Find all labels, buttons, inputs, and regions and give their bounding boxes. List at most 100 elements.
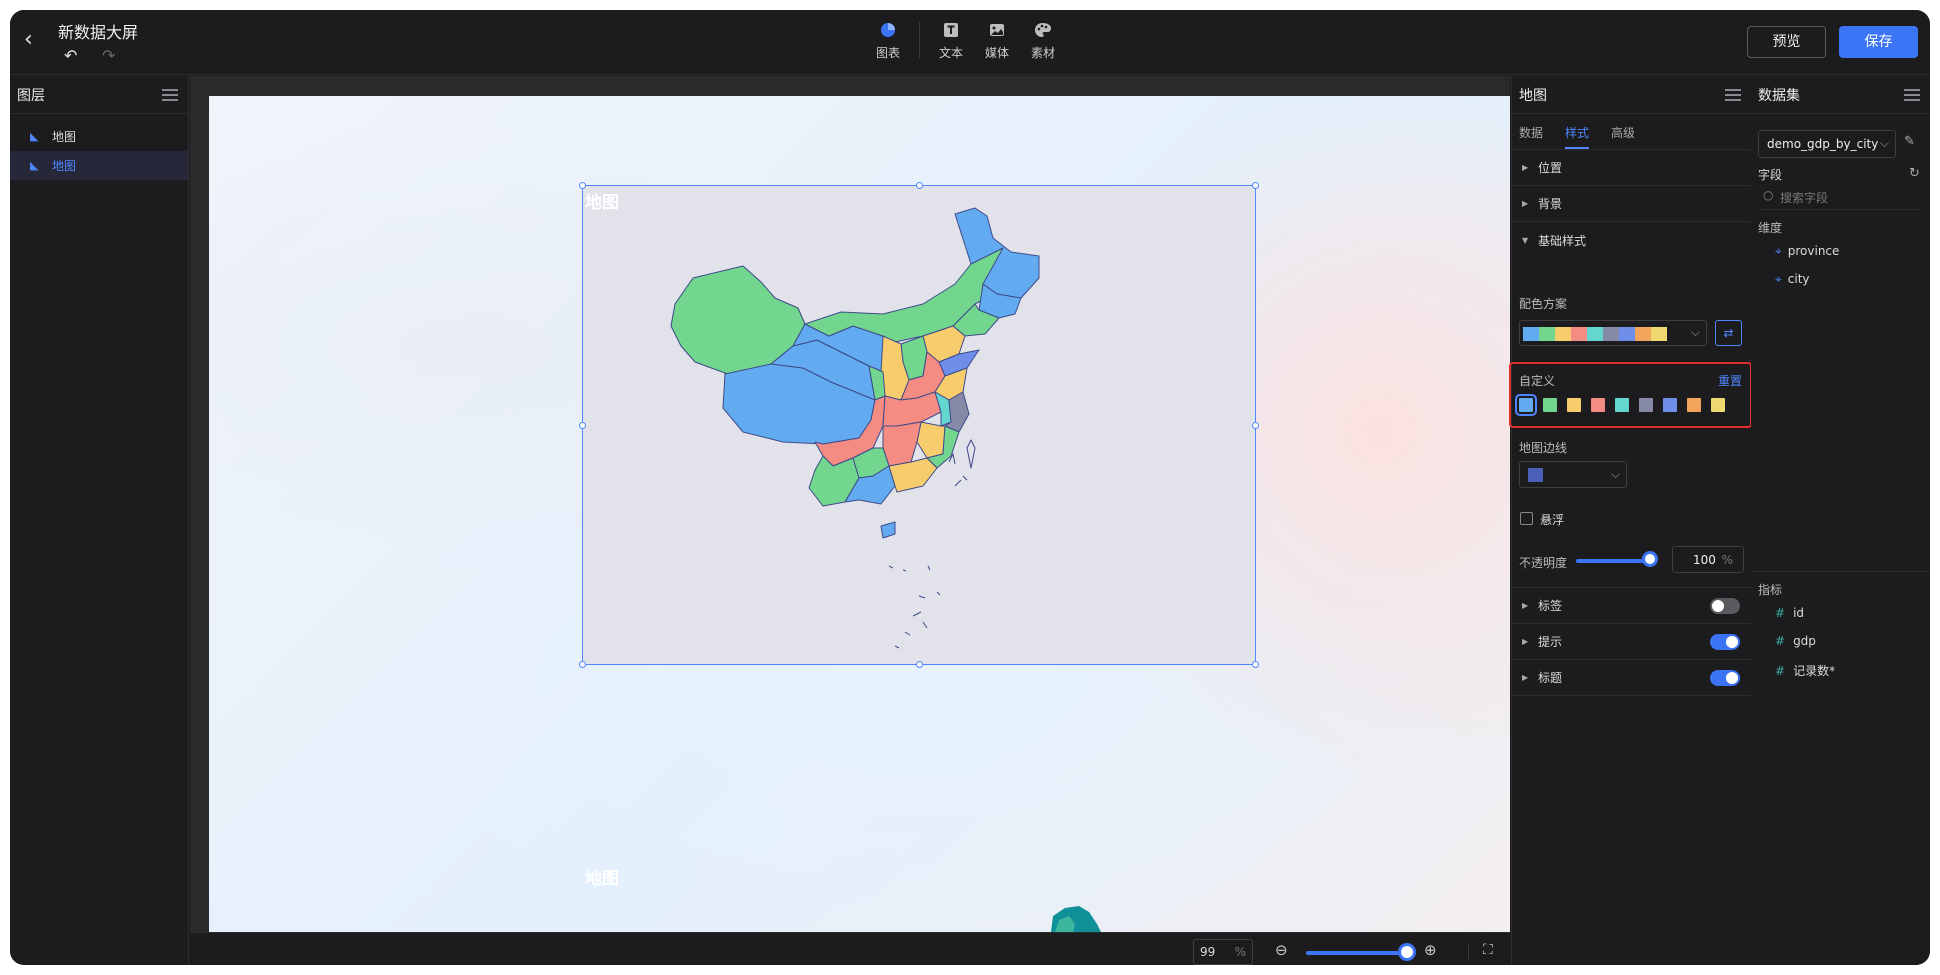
region-hunan bbox=[882, 421, 922, 467]
tab-advanced[interactable]: 高级 bbox=[1611, 114, 1635, 149]
dimension-item[interactable]: ⌖ province bbox=[1775, 244, 1839, 259]
page-title: 新数据大屏 bbox=[58, 23, 139, 42]
section-label: 基础样式 bbox=[1538, 233, 1587, 248]
color-scheme-preview bbox=[1523, 327, 1667, 341]
color-swatch[interactable] bbox=[1615, 398, 1629, 412]
tool-media[interactable]: 媒体 bbox=[974, 20, 1020, 61]
labels-toggle[interactable] bbox=[1710, 597, 1740, 614]
zoom-bar: 99 % ⊖ ⊕ ⛶ bbox=[190, 932, 1510, 965]
color-swatch[interactable] bbox=[1639, 398, 1653, 412]
style-panel-title: 地图 bbox=[1519, 87, 1547, 104]
resize-handle[interactable] bbox=[1252, 661, 1259, 668]
number-hash-icon: # bbox=[1775, 664, 1786, 678]
section-title[interactable]: ▶ 标题 bbox=[1512, 660, 1752, 696]
menu-icon[interactable] bbox=[162, 88, 178, 101]
style-panel: 地图 数据 样式 高级 ▶ 位置 ▶ 背景 ▼ 基础样式 配色方案 ⌵ ⇄ 自定… bbox=[1509, 76, 1752, 965]
tool-text[interactable]: 文本 bbox=[928, 20, 974, 61]
color-scheme-select[interactable]: ⌵ bbox=[1519, 320, 1707, 346]
color-swatch[interactable] bbox=[1687, 398, 1701, 412]
style-panel-header: 地图 bbox=[1512, 76, 1751, 114]
metric-item[interactable]: # 记录数* bbox=[1775, 662, 1835, 679]
tool-chart[interactable]: 图表 bbox=[865, 20, 911, 61]
title-toggle[interactable] bbox=[1710, 669, 1740, 686]
color-scheme-settings-button[interactable]: ⇄ bbox=[1715, 320, 1742, 346]
section-position[interactable]: ▶ 位置 bbox=[1512, 150, 1751, 186]
location-pin-icon: ⌖ bbox=[1775, 272, 1782, 286]
layer-item-selected[interactable]: ◣ 地图 bbox=[10, 151, 188, 180]
tool-material-label: 素材 bbox=[1030, 46, 1055, 60]
border-color-chip bbox=[1528, 468, 1543, 482]
refresh-icon[interactable]: ↻ bbox=[1909, 166, 1920, 181]
zoom-in-icon[interactable]: ⊕ bbox=[1424, 941, 1437, 959]
tab-data[interactable]: 数据 bbox=[1519, 114, 1543, 149]
color-swatch[interactable] bbox=[1591, 398, 1605, 412]
back-arrow-icon[interactable]: ‹ bbox=[24, 28, 48, 52]
resize-handle[interactable] bbox=[1252, 422, 1259, 429]
fields-label: 字段 bbox=[1758, 168, 1783, 182]
opacity-value: 100 bbox=[1693, 553, 1716, 567]
section-label: 标签 bbox=[1538, 599, 1563, 613]
section-background[interactable]: ▶ 背景 bbox=[1512, 186, 1751, 222]
color-swatch[interactable] bbox=[1711, 398, 1725, 412]
map-widget[interactable]: 地图 bbox=[579, 182, 1259, 668]
resize-handle[interactable] bbox=[579, 422, 586, 429]
layers-panel: 图层 ◣ 地图 ◣ 地图 bbox=[10, 76, 189, 965]
menu-icon[interactable] bbox=[1904, 88, 1920, 101]
layers-title: 图层 bbox=[17, 87, 45, 104]
color-swatch[interactable] bbox=[1515, 394, 1537, 416]
chevron-down-icon: ⌵ bbox=[1610, 467, 1620, 481]
resize-handle[interactable] bbox=[1252, 182, 1259, 189]
section-tooltip[interactable]: ▶ 提示 bbox=[1512, 624, 1752, 660]
reset-link[interactable]: 重置 bbox=[1718, 372, 1742, 389]
menu-icon[interactable] bbox=[1725, 88, 1741, 101]
number-hash-icon: # bbox=[1775, 634, 1786, 648]
hover-label: 悬浮 bbox=[1540, 513, 1565, 527]
opacity-slider-track[interactable] bbox=[1576, 559, 1648, 563]
preview-button[interactable]: 预览 bbox=[1747, 26, 1826, 58]
dataset-select[interactable]: demo_gdp_by_city ⌵ bbox=[1758, 130, 1896, 158]
metric-name: gdp bbox=[1793, 634, 1816, 648]
field-search[interactable]: ○ 搜索字段 bbox=[1758, 184, 1922, 210]
redo-icon[interactable]: ↷ bbox=[102, 46, 115, 65]
opacity-unit: % bbox=[1721, 553, 1733, 567]
metric-item[interactable]: # id bbox=[1775, 606, 1804, 620]
region-jiangxi bbox=[916, 421, 946, 459]
tool-material[interactable]: 素材 bbox=[1020, 20, 1066, 61]
layer-item[interactable]: ◣ 地图 bbox=[10, 122, 188, 151]
section-basic-style[interactable]: ▼ 基础样式 bbox=[1512, 222, 1751, 258]
undo-icon[interactable]: ↶ bbox=[64, 46, 77, 65]
tab-style[interactable]: 样式 bbox=[1565, 114, 1590, 149]
resize-handle[interactable] bbox=[579, 182, 586, 189]
resize-handle[interactable] bbox=[916, 182, 923, 189]
hover-checkbox[interactable] bbox=[1520, 512, 1533, 525]
resize-handle[interactable] bbox=[579, 661, 586, 668]
opacity-slider-handle[interactable] bbox=[1642, 551, 1658, 567]
zoom-input[interactable]: 99 % bbox=[1193, 939, 1253, 965]
tool-media-label: 媒体 bbox=[984, 46, 1009, 60]
caret-right-icon: ▶ bbox=[1522, 637, 1529, 646]
dimension-name: province bbox=[1787, 244, 1840, 258]
second-map-partial[interactable] bbox=[1045, 902, 1105, 932]
china-map[interactable] bbox=[583, 186, 1257, 666]
dimension-item[interactable]: ⌖ city bbox=[1775, 272, 1810, 287]
tooltip-toggle[interactable] bbox=[1710, 633, 1740, 650]
zoom-out-icon[interactable]: ⊖ bbox=[1275, 941, 1288, 959]
app-window: ‹ 新数据大屏 ↶ ↷ 图表 文本 媒体 素材 预览 保存 图层 ◣ 地图 ◣ … bbox=[10, 10, 1930, 965]
opacity-input[interactable]: 100 % bbox=[1672, 546, 1744, 573]
screen-canvas[interactable]: 地图 地图 bbox=[209, 96, 1510, 932]
scheme-color-segment bbox=[1635, 327, 1651, 341]
zoom-slider-track[interactable] bbox=[1306, 951, 1406, 955]
scheme-color-segment bbox=[1651, 327, 1667, 341]
color-swatch[interactable] bbox=[1567, 398, 1581, 412]
resize-handle[interactable] bbox=[916, 661, 923, 668]
caret-right-icon: ▶ bbox=[1522, 673, 1529, 682]
save-button[interactable]: 保存 bbox=[1839, 26, 1918, 58]
color-swatch[interactable] bbox=[1543, 398, 1557, 412]
fit-screen-icon[interactable]: ⛶ bbox=[1483, 942, 1493, 958]
map-border-color-select[interactable]: ⌵ bbox=[1519, 461, 1627, 488]
color-swatch[interactable] bbox=[1663, 398, 1677, 412]
zoom-slider-handle[interactable] bbox=[1398, 943, 1416, 961]
metric-item[interactable]: # gdp bbox=[1775, 634, 1816, 648]
edit-icon[interactable]: ✎ bbox=[1904, 134, 1915, 149]
section-labels[interactable]: ▶ 标签 bbox=[1512, 588, 1752, 624]
